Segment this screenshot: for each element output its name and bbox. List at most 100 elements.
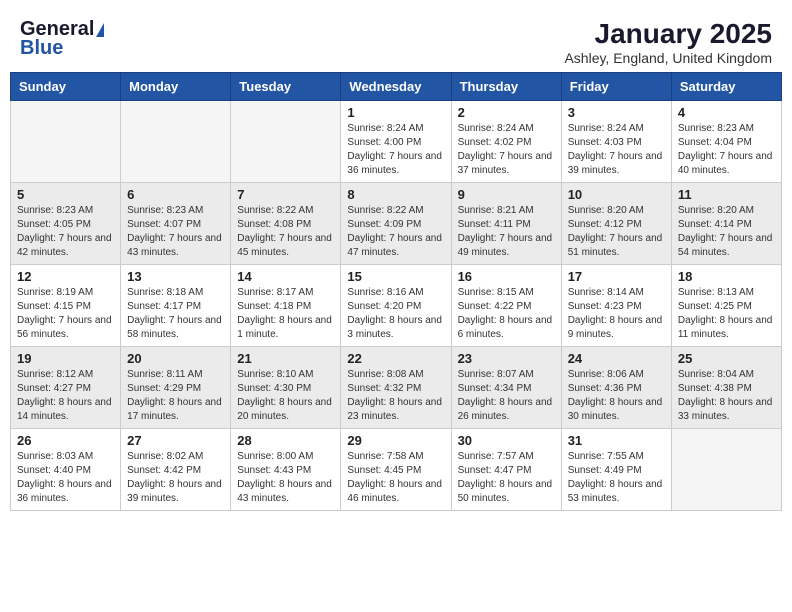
weekday-header-sunday: Sunday (11, 73, 121, 101)
calendar-cell: 1Sunrise: 8:24 AM Sunset: 4:00 PM Daylig… (341, 101, 451, 183)
day-number: 8 (347, 187, 444, 202)
calendar-cell: 6 Sunrise: 8:23 AM Sunset: 4:07 PM Daylig… (121, 183, 231, 265)
day-info: Sunrise: 8:22 AM Sunset: 4:08 PM Dayligh… (237, 204, 334, 260)
day-number: 4 (678, 105, 775, 120)
day-number: 15 (347, 269, 444, 284)
logo: General Blue (20, 18, 104, 60)
day-number: 1 (347, 105, 444, 120)
day-number: 24 (568, 351, 665, 366)
calendar-cell: 31 Sunrise: 7:55 AM Sunset: 4:49 PM Dayli… (561, 429, 671, 511)
calendar-cell (121, 101, 231, 183)
day-info: Sunrise: 8:19 AM Sunset: 4:15 PM Dayligh… (17, 286, 114, 342)
day-number: 11 (678, 187, 775, 202)
calendar-cell: 23 Sunrise: 8:07 AM Sunset: 4:34 PM Dayli… (451, 347, 561, 429)
day-info: Sunrise: 7:57 AM Sunset: 4:47 PM Dayligh… (458, 450, 555, 506)
day-number: 28 (237, 433, 334, 448)
calendar-cell: 22Sunrise: 8:08 AM Sunset: 4:32 PM Dayli… (341, 347, 451, 429)
day-number: 6 (127, 187, 224, 202)
day-info: Sunrise: 8:17 AM Sunset: 4:18 PM Dayligh… (237, 286, 334, 342)
calendar-cell: 13 Sunrise: 8:18 AM Sunset: 4:17 PM Dayli… (121, 265, 231, 347)
day-info: Sunrise: 8:24 AM Sunset: 4:03 PM Dayligh… (568, 122, 665, 178)
day-info: Sunrise: 8:23 AM Sunset: 4:07 PM Dayligh… (127, 204, 224, 260)
day-number: 19 (17, 351, 114, 366)
calendar-cell: 27 Sunrise: 8:02 AM Sunset: 4:42 PM Dayli… (121, 429, 231, 511)
weekday-header-wednesday: Wednesday (341, 73, 451, 101)
calendar-cell: 20 Sunrise: 8:11 AM Sunset: 4:29 PM Dayli… (121, 347, 231, 429)
weekday-header-friday: Friday (561, 73, 671, 101)
calendar-cell (11, 101, 121, 183)
day-info: Sunrise: 8:22 AM Sunset: 4:09 PM Dayligh… (347, 204, 444, 260)
weekday-header-tuesday: Tuesday (231, 73, 341, 101)
day-info: Sunrise: 8:14 AM Sunset: 4:23 PM Dayligh… (568, 286, 665, 342)
calendar-cell: 19 Sunrise: 8:12 AM Sunset: 4:27 PM Dayli… (11, 347, 121, 429)
day-info: Sunrise: 8:02 AM Sunset: 4:42 PM Dayligh… (127, 450, 224, 506)
calendar-cell: 26 Sunrise: 8:03 AM Sunset: 4:40 PM Dayli… (11, 429, 121, 511)
day-info: Sunrise: 8:08 AM Sunset: 4:32 PM Dayligh… (347, 368, 444, 424)
day-number: 5 (17, 187, 114, 202)
calendar-week-row-1: 1Sunrise: 8:24 AM Sunset: 4:00 PM Daylig… (11, 101, 782, 183)
day-info: Sunrise: 8:03 AM Sunset: 4:40 PM Dayligh… (17, 450, 114, 506)
day-number: 26 (17, 433, 114, 448)
calendar-cell: 8 Sunrise: 8:22 AM Sunset: 4:09 PM Daylig… (341, 183, 451, 265)
day-number: 12 (17, 269, 114, 284)
weekday-header-thursday: Thursday (451, 73, 561, 101)
day-number: 7 (237, 187, 334, 202)
logo-blue: Blue (20, 37, 63, 60)
day-info: Sunrise: 8:23 AM Sunset: 4:05 PM Dayligh… (17, 204, 114, 260)
weekday-header-saturday: Saturday (671, 73, 781, 101)
calendar-cell: 4 Sunrise: 8:23 AM Sunset: 4:04 PM Daylig… (671, 101, 781, 183)
day-number: 2 (458, 105, 555, 120)
day-info: Sunrise: 8:16 AM Sunset: 4:20 PM Dayligh… (347, 286, 444, 342)
day-info: Sunrise: 8:21 AM Sunset: 4:11 PM Dayligh… (458, 204, 555, 260)
calendar-cell: 30Sunrise: 7:57 AM Sunset: 4:47 PM Dayli… (451, 429, 561, 511)
day-info: Sunrise: 8:12 AM Sunset: 4:27 PM Dayligh… (17, 368, 114, 424)
day-info: Sunrise: 8:06 AM Sunset: 4:36 PM Dayligh… (568, 368, 665, 424)
calendar-cell: 14 Sunrise: 8:17 AM Sunset: 4:18 PM Dayli… (231, 265, 341, 347)
logo-triangle-icon (96, 23, 104, 37)
weekday-header-row: SundayMondayTuesdayWednesdayThursdayFrid… (11, 73, 782, 101)
day-info: Sunrise: 7:58 AM Sunset: 4:45 PM Dayligh… (347, 450, 444, 506)
calendar-cell: 28 Sunrise: 8:00 AM Sunset: 4:43 PM Dayli… (231, 429, 341, 511)
calendar-cell: 29Sunrise: 7:58 AM Sunset: 4:45 PM Dayli… (341, 429, 451, 511)
title-area: January 2025 Ashley, England, United Kin… (564, 18, 772, 66)
calendar-cell: 17 Sunrise: 8:14 AM Sunset: 4:23 PM Dayli… (561, 265, 671, 347)
day-number: 20 (127, 351, 224, 366)
calendar-cell: 9Sunrise: 8:21 AM Sunset: 4:11 PM Daylig… (451, 183, 561, 265)
calendar-cell: 10 Sunrise: 8:20 AM Sunset: 4:12 PM Dayli… (561, 183, 671, 265)
day-number: 23 (458, 351, 555, 366)
calendar-cell (231, 101, 341, 183)
day-number: 14 (237, 269, 334, 284)
day-info: Sunrise: 8:13 AM Sunset: 4:25 PM Dayligh… (678, 286, 775, 342)
day-number: 31 (568, 433, 665, 448)
day-info: Sunrise: 8:18 AM Sunset: 4:17 PM Dayligh… (127, 286, 224, 342)
day-info: Sunrise: 8:10 AM Sunset: 4:30 PM Dayligh… (237, 368, 334, 424)
day-number: 21 (237, 351, 334, 366)
calendar-cell: 25Sunrise: 8:04 AM Sunset: 4:38 PM Dayli… (671, 347, 781, 429)
day-info: Sunrise: 8:04 AM Sunset: 4:38 PM Dayligh… (678, 368, 775, 424)
calendar-week-row-4: 19 Sunrise: 8:12 AM Sunset: 4:27 PM Dayli… (11, 347, 782, 429)
day-info: Sunrise: 8:20 AM Sunset: 4:14 PM Dayligh… (678, 204, 775, 260)
calendar-week-row-2: 5 Sunrise: 8:23 AM Sunset: 4:05 PM Daylig… (11, 183, 782, 265)
calendar-cell: 11 Sunrise: 8:20 AM Sunset: 4:14 PM Dayli… (671, 183, 781, 265)
day-info: Sunrise: 7:55 AM Sunset: 4:49 PM Dayligh… (568, 450, 665, 506)
day-number: 17 (568, 269, 665, 284)
day-number: 18 (678, 269, 775, 284)
calendar-cell (671, 429, 781, 511)
calendar-cell: 18 Sunrise: 8:13 AM Sunset: 4:25 PM Dayli… (671, 265, 781, 347)
calendar-cell: 3Sunrise: 8:24 AM Sunset: 4:03 PM Daylig… (561, 101, 671, 183)
day-info: Sunrise: 8:20 AM Sunset: 4:12 PM Dayligh… (568, 204, 665, 260)
day-number: 13 (127, 269, 224, 284)
calendar-cell: 5 Sunrise: 8:23 AM Sunset: 4:05 PM Daylig… (11, 183, 121, 265)
day-info: Sunrise: 8:24 AM Sunset: 4:02 PM Dayligh… (458, 122, 555, 178)
day-info: Sunrise: 8:11 AM Sunset: 4:29 PM Dayligh… (127, 368, 224, 424)
day-info: Sunrise: 8:07 AM Sunset: 4:34 PM Dayligh… (458, 368, 555, 424)
calendar-week-row-3: 12 Sunrise: 8:19 AM Sunset: 4:15 PM Dayli… (11, 265, 782, 347)
day-number: 27 (127, 433, 224, 448)
day-info: Sunrise: 8:23 AM Sunset: 4:04 PM Dayligh… (678, 122, 775, 178)
day-number: 10 (568, 187, 665, 202)
day-info: Sunrise: 8:00 AM Sunset: 4:43 PM Dayligh… (237, 450, 334, 506)
day-info: Sunrise: 8:15 AM Sunset: 4:22 PM Dayligh… (458, 286, 555, 342)
calendar-table: SundayMondayTuesdayWednesdayThursdayFrid… (10, 72, 782, 511)
calendar-cell: 7 Sunrise: 8:22 AM Sunset: 4:08 PM Daylig… (231, 183, 341, 265)
month-title: January 2025 (564, 18, 772, 50)
